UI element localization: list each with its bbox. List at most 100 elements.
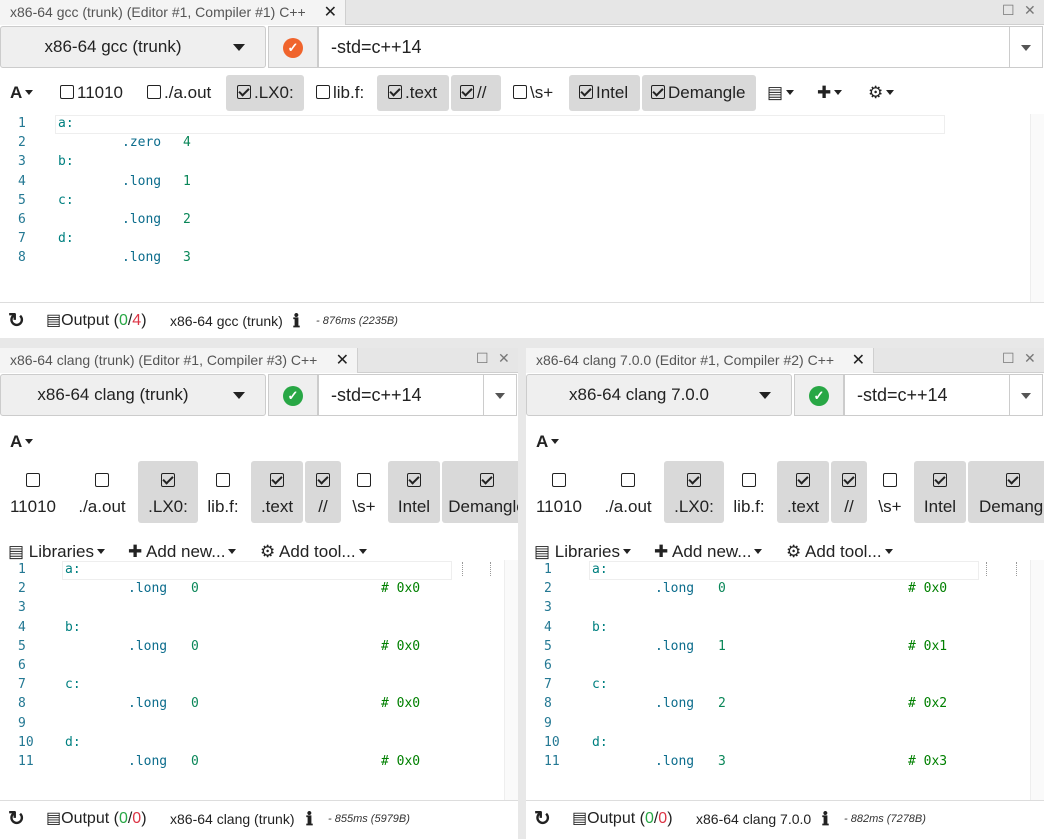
chevron-down-icon — [97, 549, 105, 554]
options-dropdown[interactable] — [483, 374, 517, 416]
filter-label: // — [318, 497, 328, 516]
info-icon[interactable]: ℹ — [293, 303, 300, 338]
filter-label: // — [844, 497, 854, 516]
compiler-options-input[interactable]: -std=c++14 — [844, 374, 1010, 416]
refresh-icon[interactable]: ↻ — [534, 801, 551, 837]
asm-value: 0 — [718, 581, 726, 597]
asm-value: 0 — [191, 754, 199, 769]
filter-demangle[interactable]: Demangle — [442, 461, 518, 523]
asm-directive: .long — [122, 212, 162, 227]
filter-label: .text — [405, 83, 438, 102]
compiler-picker[interactable]: x86-64 clang (trunk) — [0, 374, 266, 416]
clang-trunk-pane: x86-64 clang (trunk) (Editor #1, Compile… — [0, 348, 518, 839]
code-line: 7 c: — [0, 675, 518, 694]
compile-status[interactable]: ✓ — [268, 26, 318, 68]
filter-comments[interactable]: // — [305, 461, 341, 523]
filter-label: Intel — [923, 497, 957, 516]
compiler-options-input[interactable]: -std=c++14 — [318, 26, 1010, 68]
filter-comments[interactable]: // — [451, 75, 501, 111]
output-close: ) — [141, 312, 147, 329]
filter-comments[interactable]: // — [831, 461, 867, 523]
clang-7-asm-editor[interactable]: 1 a: 2 .long 0 # 0x0 3 4 b: 5 .long 1 # 0x1 6 7 c: 8 .lon… — [526, 560, 1044, 800]
clang-7-tab[interactable]: x86-64 clang 7.0.0 (Editor #1, Compiler … — [526, 348, 874, 373]
refresh-icon[interactable]: ↻ — [8, 303, 25, 338]
output-ok-count: 0 — [118, 312, 128, 329]
compiler-picker[interactable]: x86-64 gcc (trunk) — [0, 26, 266, 68]
gcc-tab-title: x86-64 gcc (trunk) (Editor #1, Compiler … — [10, 4, 306, 20]
filter-library-functions[interactable]: lib.f: — [729, 468, 769, 524]
output-button[interactable]: ▤Output (0/0) — [46, 801, 147, 837]
gears-icon: ⚙ — [786, 542, 802, 561]
asm-label: b: — [65, 619, 81, 635]
close-pane-icon[interactable]: ✕ — [1024, 350, 1036, 367]
footer-compiler-name: x86-64 clang (trunk) — [170, 811, 295, 827]
filter-binary[interactable]: 11010 — [60, 75, 123, 111]
filter-demangle[interactable]: Demangle — [642, 75, 756, 111]
checkbox-checked-icon — [270, 473, 284, 487]
line-number: 8 — [544, 696, 552, 712]
code-line: 7 c: — [526, 675, 1044, 694]
add-new-button[interactable]: ✚ — [817, 75, 843, 111]
filter-binary[interactable]: 11010 — [6, 468, 60, 524]
filter-directives[interactable]: .text — [251, 461, 303, 523]
checkbox-icon — [216, 473, 230, 487]
info-icon[interactable]: ℹ — [822, 801, 829, 837]
clang-trunk-asm-editor[interactable]: 1 a: 2 .long 0 # 0x0 3 4 b: 5 .long 0 # 0x0 6 7 c: 8 .lon… — [0, 560, 518, 800]
filter-whitespace[interactable]: \s+ — [346, 468, 382, 524]
filter-whitespace[interactable]: \s+ — [513, 75, 553, 111]
close-icon[interactable]: ✕ — [852, 348, 865, 373]
asm-value: 4 — [183, 135, 191, 151]
line-number: 8 — [18, 696, 26, 712]
compile-status[interactable]: ✓ — [794, 374, 844, 416]
filter-directives[interactable]: .text — [777, 461, 829, 523]
gcc-tab[interactable]: x86-64 gcc (trunk) (Editor #1, Compiler … — [0, 0, 346, 25]
options-dropdown[interactable] — [1009, 26, 1043, 68]
maximize-icon[interactable]: ☐ — [1002, 2, 1015, 19]
filter-library-functions[interactable]: lib.f: — [316, 75, 364, 111]
filter-whitespace[interactable]: \s+ — [872, 468, 908, 524]
filter-binary[interactable]: 11010 — [532, 468, 586, 524]
close-icon[interactable]: ✕ — [324, 0, 337, 25]
chevron-down-icon — [25, 439, 34, 444]
filter-labels[interactable]: .LX0: — [138, 461, 198, 523]
options-dropdown[interactable] — [1009, 374, 1043, 416]
plus-icon: ✚ — [128, 542, 143, 561]
compile-status[interactable]: ✓ — [268, 374, 318, 416]
add-tool-button[interactable]: ⚙ — [868, 75, 895, 111]
clang-trunk-tab[interactable]: x86-64 clang (trunk) (Editor #1, Compile… — [0, 348, 358, 373]
font-size-button[interactable]: A — [10, 424, 34, 460]
filter-label: // — [477, 83, 487, 102]
maximize-icon[interactable]: ☐ — [1002, 350, 1015, 367]
filter-execute[interactable]: ./a.out — [74, 468, 130, 524]
filter-execute[interactable]: ./a.out — [147, 75, 211, 111]
checkbox-checked-icon — [1006, 473, 1020, 487]
asm-value: 3 — [183, 250, 191, 266]
filter-library-functions[interactable]: lib.f: — [203, 468, 243, 524]
filter-labels[interactable]: .LX0: — [664, 461, 724, 523]
close-pane-icon[interactable]: ✕ — [498, 350, 510, 367]
filter-execute[interactable]: ./a.out — [600, 468, 656, 524]
filter-intel[interactable]: Intel — [914, 461, 966, 523]
chevron-down-icon — [786, 90, 795, 95]
checkbox-checked-icon — [796, 473, 810, 487]
chevron-down-icon — [551, 439, 560, 444]
output-button[interactable]: ▤Output (0/0) — [572, 801, 673, 837]
output-button[interactable]: ▤Output (0/4) — [46, 303, 147, 338]
compiler-options-input[interactable]: -std=c++14 — [318, 374, 484, 416]
filter-intel[interactable]: Intel — [388, 461, 440, 523]
info-icon[interactable]: ℹ — [306, 801, 313, 837]
filter-demangle[interactable]: Demangl — [968, 461, 1044, 523]
filter-directives[interactable]: .text — [377, 75, 449, 111]
maximize-icon[interactable]: ☐ — [476, 350, 489, 367]
compiler-picker[interactable]: x86-64 clang 7.0.0 — [526, 374, 792, 416]
close-pane-icon[interactable]: ✕ — [1024, 2, 1036, 19]
refresh-icon[interactable]: ↻ — [8, 801, 25, 837]
font-size-button[interactable]: A — [10, 75, 34, 111]
filter-intel[interactable]: Intel — [569, 75, 640, 111]
close-icon[interactable]: ✕ — [336, 348, 349, 373]
footer-compiler-name: x86-64 clang 7.0.0 — [696, 811, 812, 827]
font-size-button[interactable]: A — [536, 424, 560, 460]
filter-labels[interactable]: .LX0: — [226, 75, 304, 111]
libraries-button[interactable]: ▤ — [767, 75, 795, 111]
gcc-asm-editor[interactable]: 1 a: 2 .zero 4 3 b: 4 .long 1 5 c: 6 .long 2 7 d: 8 .long 3 — [0, 114, 1044, 302]
